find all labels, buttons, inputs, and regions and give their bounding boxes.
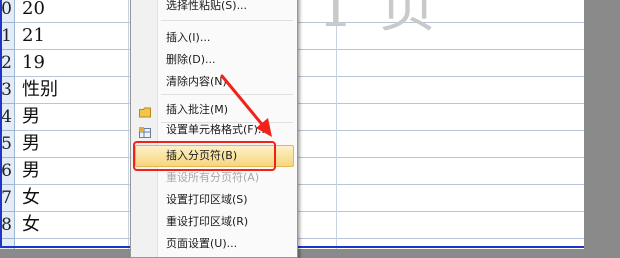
menu-separator [161,94,293,95]
menu-separator [161,20,293,21]
menu-item-label: 页面设置(U)... [166,237,238,250]
menu-item-label: 插入(I)... [166,31,211,44]
menu-item-delete[interactable]: 删除(D)... [131,49,297,71]
menu-item-paste-special[interactable]: 选择性粘贴(S)... [131,0,297,17]
menu-item-page-setup[interactable]: 页面设置(U)... [131,233,297,255]
menu-item-label: 设置单元格格式(F)... [166,123,269,136]
outside-print-area [586,0,620,249]
menu-item-label: 设置打印区域(S) [166,193,248,206]
annotation-highlight-box [133,141,276,171]
comment-folder-icon [139,104,151,118]
menu-item-label: 删除(D)... [166,53,216,66]
context-menu: 选择性粘贴(S)... 插入(I)... 删除(D)... 清除内容(N) 插入… [130,0,298,258]
menu-item-insert[interactable]: 插入(I)... [131,27,297,49]
format-cells-icon [139,124,151,138]
menu-item-insert-comment[interactable]: 插入批注(M) [131,99,297,121]
menu-item-label: 清除内容(N) [166,75,227,88]
menu-item-clear-contents[interactable]: 清除内容(N) [131,71,297,93]
menu-item-format-cells[interactable]: 设置单元格格式(F)... [131,119,297,141]
menu-item-set-print-area[interactable]: 设置打印区域(S) [131,189,297,211]
menu-item-label: 插入批注(M) [166,103,229,116]
menu-item-reset-print-area[interactable]: 重设打印区域(R) [131,211,297,233]
menu-item-label: 选择性粘贴(S)... [166,0,248,12]
menu-item-label: 重设打印区域(R) [166,215,249,228]
